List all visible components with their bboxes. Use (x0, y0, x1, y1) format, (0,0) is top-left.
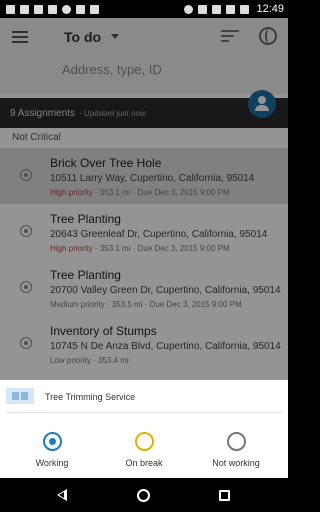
recent-apps-icon[interactable] (219, 490, 230, 501)
back-icon[interactable] (57, 489, 67, 501)
status-label: Working (35, 458, 69, 468)
voicemail-icon (62, 4, 71, 14)
shield-icon (48, 4, 57, 14)
download-icon (76, 4, 85, 14)
status-bottom-sheet: Tree Trimming Service Working On break N… (0, 380, 288, 478)
not-working-radio-icon[interactable] (227, 432, 246, 451)
notification-icons (6, 4, 99, 14)
sheet-title: Tree Trimming Service (45, 392, 136, 402)
home-icon[interactable] (137, 489, 150, 502)
divider (6, 412, 282, 413)
clock: 12:49 (256, 3, 284, 15)
vibrate-icon (198, 4, 208, 14)
status-label: On break (125, 458, 163, 468)
wifi-icon (212, 4, 222, 14)
working-radio-icon[interactable] (43, 432, 62, 451)
android-icon (90, 4, 99, 14)
battery-icon (240, 4, 250, 14)
status-option-working[interactable]: Working (12, 432, 92, 472)
status-option-on-break[interactable]: On break (104, 432, 184, 472)
dim-overlay[interactable] (0, 18, 288, 380)
service-type-icon (6, 388, 34, 404)
status-option-not-working[interactable]: Not working (196, 432, 276, 472)
notification-icon (34, 4, 43, 14)
system-nav-bar (0, 478, 288, 512)
on-break-radio-icon[interactable] (135, 432, 154, 451)
status-bar: 12:49 (0, 0, 288, 18)
notification-icon (20, 4, 29, 14)
system-icons: 12:49 (184, 3, 284, 15)
notification-icon (6, 4, 15, 14)
signal-icon (226, 4, 236, 14)
app-screen: To do 9 Assignments · Updated just now N… (0, 18, 288, 478)
status-label: Not working (212, 458, 260, 468)
location-icon (184, 4, 194, 14)
